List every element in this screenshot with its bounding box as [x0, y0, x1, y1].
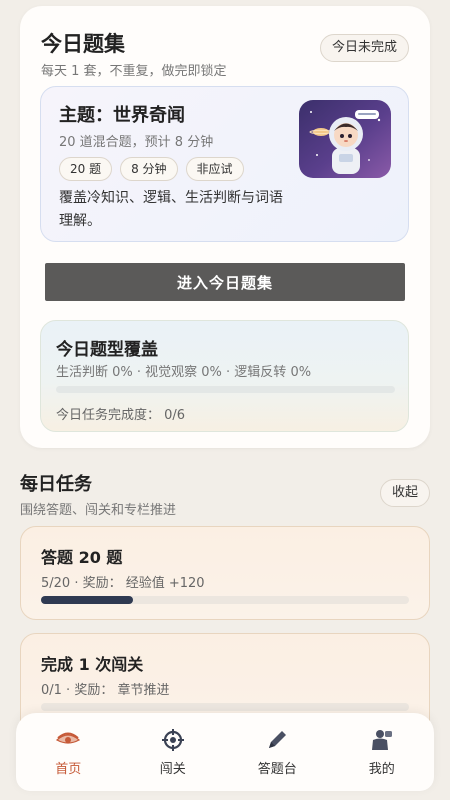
home-page: 今日题集 每天 1 套，不重复，做完即锁定 今日未完成 主题：世界奇闻 20 道…	[0, 0, 450, 800]
status-badge: 今日未完成	[319, 34, 409, 62]
profile-icon	[369, 728, 395, 752]
collapse-button[interactable]: 收起	[379, 479, 430, 507]
nav-label: 首页	[55, 761, 82, 777]
today-set-subtitle: 每天 1 套，不重复，做完即锁定	[41, 64, 227, 79]
enter-today-set-button[interactable]: 进入今日题集	[45, 263, 405, 301]
nav-item-answer-desk[interactable]: 答题台	[232, 728, 322, 777]
nav-label: 答题台	[257, 761, 297, 777]
coverage-title: 今日题型覆盖	[56, 340, 158, 360]
eye-icon	[55, 728, 81, 752]
theme-subtitle: 20 道混合题，预计 8 分钟	[59, 135, 214, 150]
task-progress-bar	[41, 703, 409, 711]
pen-icon	[264, 728, 290, 752]
astronaut-illustration	[299, 100, 391, 178]
theme-description: 覆盖冷知识、逻辑、生活判断与词语理解。	[59, 190, 283, 229]
daily-tasks-subtitle: 围绕答题、闯关和专栏推进	[20, 503, 177, 518]
task-card-answer[interactable]: 答题 20 题 5/20 · 奖励： 经验值 +120	[20, 526, 430, 620]
task-progress-bar	[41, 596, 409, 604]
today-set-title: 今日题集	[41, 32, 125, 56]
bottom-nav: 首页 闯关 答题台 我的	[16, 713, 434, 791]
coverage-progress-text: 今日任务完成度： 0/6	[56, 408, 186, 423]
daily-tasks-title: 每日任务	[20, 474, 92, 495]
tag-question-count: 20 题	[59, 157, 113, 181]
tag-duration: 8 分钟	[120, 157, 178, 181]
theme-tags: 20 题 8 分钟 非应试	[59, 157, 244, 181]
task-title: 完成 1 次闯关	[41, 655, 144, 674]
task-meta: 0/1 · 奖励： 章节推进	[41, 683, 170, 698]
tag-non-exam: 非应试	[185, 157, 244, 181]
nav-label: 闯关	[159, 761, 186, 777]
task-progress-fill	[41, 596, 133, 604]
coverage-subtitle: 生活判断 0% · 视觉观察 0% · 逻辑反转 0%	[56, 365, 312, 380]
theme-title: 主题：世界奇闻	[59, 105, 185, 126]
nav-item-home[interactable]: 首页	[23, 728, 113, 777]
coverage-card: 今日题型覆盖 生活判断 0% · 视觉观察 0% · 逻辑反转 0% 今日任务完…	[40, 320, 409, 432]
nav-item-challenge[interactable]: 闯关	[128, 728, 218, 777]
target-icon	[160, 728, 186, 752]
coverage-progress-bar	[56, 386, 395, 393]
nav-label: 我的	[368, 761, 395, 777]
theme-card[interactable]: 主题：世界奇闻 20 道混合题，预计 8 分钟 20 题 8 分钟 非应试 覆盖…	[40, 86, 409, 242]
nav-item-profile[interactable]: 我的	[337, 728, 427, 777]
task-meta: 5/20 · 奖励： 经验值 +120	[41, 576, 205, 591]
today-set-card: 今日题集 每天 1 套，不重复，做完即锁定 今日未完成 主题：世界奇闻 20 道…	[20, 6, 430, 448]
task-title: 答题 20 题	[41, 548, 123, 567]
